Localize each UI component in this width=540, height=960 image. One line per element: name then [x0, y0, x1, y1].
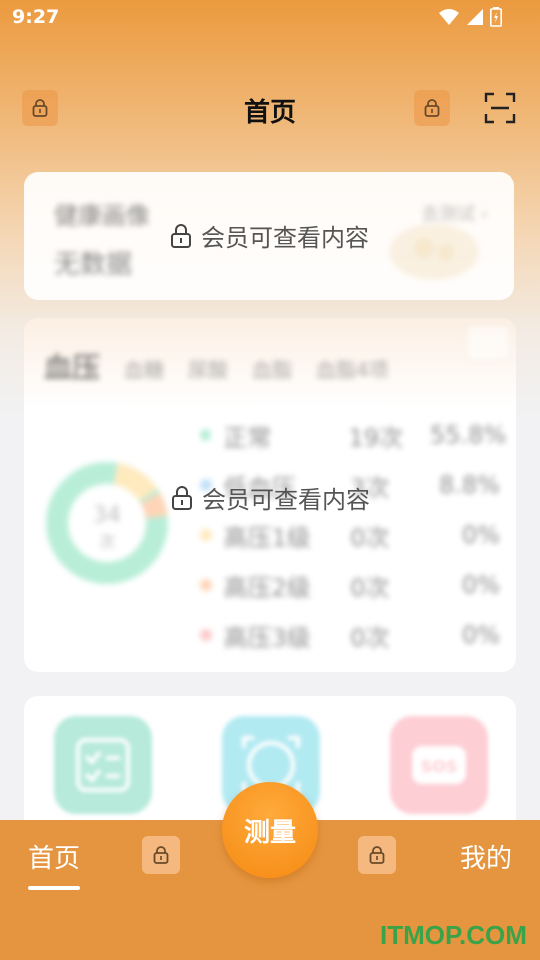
members-only-text: 会员可查看内容	[201, 224, 369, 252]
nav-home[interactable]: 首页	[28, 838, 80, 875]
health-profile-card[interactable]: 健康画像 无数据 去测试 › 会员可查看内容	[24, 172, 514, 300]
nav-locked-item-left[interactable]	[142, 836, 180, 874]
donut-total-unit: 次	[98, 532, 115, 551]
header: 首页	[0, 80, 540, 140]
checklist-icon	[76, 738, 130, 792]
sos-feature-button[interactable]: SOS	[390, 716, 488, 814]
legend-count: 0次	[350, 523, 390, 552]
legend-row-normal: 正常 19次 55.8%	[200, 410, 507, 460]
legend-pct: 0%	[461, 521, 500, 549]
nav-home-indicator	[28, 886, 80, 890]
watermark: ITMOP.COM	[380, 920, 527, 950]
legend-count: 0次	[350, 573, 390, 602]
tab-blood-lipid: 血脂	[252, 358, 293, 382]
legend-dot	[200, 429, 212, 441]
nav-locked-item-right[interactable]	[358, 836, 396, 874]
legend-dot	[200, 579, 212, 591]
lock-icon	[153, 846, 169, 864]
legend-count: 0次	[350, 623, 390, 652]
legend-row-high1: 高压1级 0次 0%	[200, 510, 500, 560]
lock-icon	[424, 99, 440, 117]
measure-label: 测量	[243, 817, 296, 848]
lock-icon	[369, 846, 385, 864]
status-icons	[438, 7, 502, 27]
members-only-notice: 会员可查看内容	[24, 218, 514, 253]
svg-text:SOS: SOS	[421, 757, 458, 776]
nav-mine[interactable]: 我的	[460, 838, 512, 875]
scan-icon	[484, 92, 516, 124]
members-only-text: 会员可查看内容	[202, 486, 370, 514]
legend-pct: 55.8%	[430, 421, 507, 449]
page-title: 首页	[243, 98, 296, 128]
legend-name: 正常	[223, 423, 272, 452]
legend-row-high3: 高压3级 0次 0%	[200, 610, 500, 660]
legend-dot	[200, 629, 212, 641]
corner-badge	[466, 326, 510, 360]
legend-name: 高压3级	[223, 623, 311, 652]
signal-icon	[467, 9, 483, 25]
wifi-icon	[439, 9, 459, 25]
battery-icon	[490, 7, 502, 27]
checklist-feature-button[interactable]	[54, 716, 152, 814]
legend-dot	[200, 529, 212, 541]
measure-button[interactable]: 测量	[222, 782, 318, 878]
legend-row-high2: 高压2级 0次 0%	[200, 560, 500, 610]
status-bar: 9:27	[0, 0, 540, 36]
lock-icon	[171, 223, 191, 248]
members-only-notice: 会员可查看内容	[24, 480, 516, 515]
bp-legend: 正常 19次 55.8% 低血压 3次 8.8% 高压1级 0次 0% 高压2级…	[200, 410, 507, 660]
scan-button[interactable]	[484, 92, 516, 124]
tab-blood-sugar: 血糖	[124, 358, 165, 382]
legend-count: 19次	[348, 423, 404, 452]
legend-pct: 0%	[461, 571, 500, 599]
legend-name: 高压2级	[223, 573, 311, 602]
legend-pct: 0%	[461, 621, 500, 649]
tab-blood-pressure: 血压	[44, 351, 101, 384]
status-time: 9:27	[12, 6, 60, 28]
blood-pressure-card[interactable]: 血压 血糖 尿酸 血脂 血脂4项 34 次 正常 19次 55.8% 低血压 3…	[24, 318, 516, 672]
bp-tabs: 血压 血糖 尿酸 血脂 血脂4项	[44, 346, 389, 386]
lock-icon	[172, 485, 192, 510]
legend-name: 高压1级	[223, 523, 311, 552]
locked-feature-button-right[interactable]	[414, 90, 450, 126]
sos-icon: SOS	[412, 746, 466, 784]
tab-uric-acid: 尿酸	[188, 358, 229, 382]
tab-blood-lipid-4: 血脂4项	[316, 358, 389, 382]
